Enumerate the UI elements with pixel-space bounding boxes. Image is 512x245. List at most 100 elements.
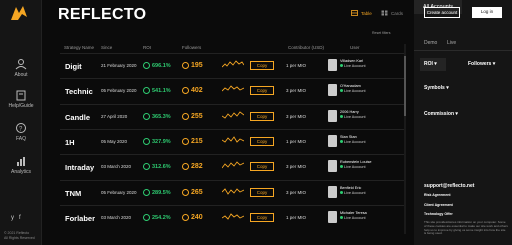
view-cards-label: Cards: [391, 10, 404, 16]
live-dot-icon: [340, 114, 343, 118]
copy-button[interactable]: Copy: [250, 162, 274, 172]
avatar[interactable]: [328, 84, 337, 97]
sidebar-item-analytics[interactable]: Analytics: [0, 155, 42, 175]
filter-commission-dropdown[interactable]: Commission ▾: [424, 111, 458, 117]
login-button[interactable]: Log in: [472, 7, 502, 18]
sort-followers-button[interactable]: Followers ▾: [468, 58, 495, 71]
contributor-fee: 3 per MIO: [286, 113, 307, 119]
since-date: 21 February 2020: [101, 63, 137, 68]
avatar[interactable]: [328, 59, 337, 71]
column-header[interactable]: Followers: [182, 45, 201, 50]
chevron-down-icon: ▾: [455, 111, 458, 117]
contact-email-link[interactable]: support@reflecto.net: [424, 183, 474, 189]
technology-offer-link[interactable]: Technology Offer: [424, 212, 453, 216]
view-cards-toggle[interactable]: Cards: [381, 10, 403, 16]
user-info[interactable]: O'Hanaclam Live Account: [340, 84, 366, 94]
sidebar-item-about[interactable]: About: [0, 58, 42, 78]
copy-button[interactable]: Copy: [250, 86, 274, 96]
create-account-button[interactable]: Create account: [424, 7, 460, 18]
strategy-name[interactable]: 1H: [65, 138, 75, 147]
user-name[interactable]: Rubenstein Louise: [340, 160, 371, 164]
client-agreement-link[interactable]: Client Agreement: [424, 203, 453, 207]
table-row[interactable]: Intraday 03 March 2020 312.6% 282 Copy 3 per …: [60, 154, 404, 179]
live-account-badge: Live Account: [340, 89, 366, 93]
column-header[interactable]: ROI: [143, 45, 151, 50]
view-table-label: Table: [361, 10, 372, 16]
user-name[interactable]: Villadsen Karl: [340, 59, 363, 63]
performance-sparkline: [222, 187, 244, 195]
live-account-label: Live Account: [344, 165, 366, 170]
performance-sparkline: [222, 136, 244, 143]
copy-button[interactable]: Copy: [250, 212, 274, 222]
filter-symbols-dropdown[interactable]: Symbols ▾: [424, 85, 449, 91]
user-info[interactable]: Villadsen Karl Live Account: [340, 59, 366, 69]
live-account-label: Live Account: [344, 64, 366, 68]
strategy-name[interactable]: Forlaber: [65, 214, 95, 223]
live-dot-icon: [340, 64, 343, 67]
strategy-name[interactable]: Candle: [65, 113, 90, 122]
chevron-down-icon: ▾: [434, 61, 437, 67]
table-row[interactable]: Candle 27 April 2020 365.3% 255 Copy 3 per MI…: [60, 103, 404, 129]
scrollbar-thumb[interactable]: [404, 56, 406, 116]
view-table-toggle[interactable]: Table: [351, 10, 372, 16]
divider: [414, 50, 512, 51]
user-info[interactable]: Michaler Teresa Live Account: [340, 211, 367, 221]
sidebar-item-faq[interactable]: ? FAQ: [0, 122, 42, 142]
user-info[interactable]: 2006 Harry Live Account: [340, 110, 366, 120]
copy-button[interactable]: Copy: [250, 187, 274, 197]
user-name[interactable]: Benfield Eric: [340, 186, 361, 190]
avatar[interactable]: [328, 109, 337, 122]
copy-button[interactable]: Copy: [250, 111, 274, 121]
avatar[interactable]: [328, 185, 337, 198]
avatar[interactable]: [328, 210, 337, 223]
copyright-line: All Rights Reserved: [4, 235, 35, 240]
table-row[interactable]: 1H 05 May 2020 327.9% 215 Copy 1 per MIO Stan …: [60, 128, 404, 154]
column-header[interactable]: User: [350, 45, 360, 50]
since-date: 05 February 2020: [101, 189, 137, 195]
reflecto-logo-icon[interactable]: [10, 5, 28, 21]
strategy-name[interactable]: Intraday: [65, 163, 94, 172]
followers-icon: [182, 213, 189, 221]
avatar[interactable]: [328, 160, 337, 173]
strategy-name[interactable]: Technic: [65, 87, 93, 96]
table-row[interactable]: Digit 21 February 2020 696.1% 195 Copy 1 per …: [60, 53, 404, 78]
column-header[interactable]: Since: [101, 45, 112, 50]
live-dot-icon: [340, 190, 343, 194]
cookie-disclaimer: This site provides/stores information on…: [424, 220, 508, 236]
user-info[interactable]: Benfield Eric Live Account: [340, 186, 366, 196]
user-name[interactable]: Stan Stan: [340, 135, 357, 139]
risk-agreement-link[interactable]: Risk Agreement: [424, 193, 451, 197]
avatar[interactable]: [328, 134, 337, 147]
user-info[interactable]: Rubenstein Louise Live Account: [340, 160, 371, 170]
user-name[interactable]: O'Hanaclam: [340, 84, 361, 88]
user-name[interactable]: 2006 Harry: [340, 110, 359, 114]
column-header[interactable]: Strategy Name: [64, 45, 94, 50]
facebook-icon[interactable]: f: [19, 215, 21, 221]
since-date: 05 February 2020: [101, 88, 137, 94]
user-name[interactable]: Michaler Teresa: [340, 211, 367, 215]
sidebar-item-help-guide[interactable]: Help/Guide: [0, 89, 42, 109]
sidebar-item-label: Help/Guide: [8, 103, 34, 109]
followers-count: 215: [191, 137, 203, 145]
brand-title: REFLECTO: [58, 6, 147, 23]
table-scrollbar[interactable]: [404, 44, 406, 234]
reset-filters-link[interactable]: Reset filters: [372, 31, 390, 35]
tab-demo[interactable]: Demo: [424, 40, 437, 46]
user-info[interactable]: Stan Stan Live Account: [340, 135, 366, 145]
filter-commission-label: Commission: [424, 111, 455, 117]
table-view-icon: [351, 10, 358, 16]
chevron-down-icon: ▾: [446, 85, 449, 91]
table-row[interactable]: Technic 05 February 2020 541.1% 402 Copy 3 pe…: [60, 78, 404, 103]
column-header[interactable]: Contributor (USD): [288, 45, 324, 50]
tab-live[interactable]: Live: [447, 40, 456, 46]
sort-roi-button[interactable]: ROI ▾: [420, 58, 446, 71]
table-row[interactable]: TNM 05 February 2020 289.5% 265 Copy 3 per MI…: [60, 179, 404, 205]
youtube-icon[interactable]: y: [11, 215, 14, 221]
performance-sparkline: [222, 213, 244, 220]
since-date: 03 March 2020: [101, 214, 132, 220]
strategy-name[interactable]: Digit: [65, 62, 82, 71]
strategy-name[interactable]: TNM: [65, 189, 81, 198]
copy-button[interactable]: Copy: [250, 136, 274, 146]
copy-button[interactable]: Copy: [250, 61, 274, 70]
table-row[interactable]: Forlaber 03 March 2020 254.2% 240 Copy 1 per …: [60, 204, 404, 230]
